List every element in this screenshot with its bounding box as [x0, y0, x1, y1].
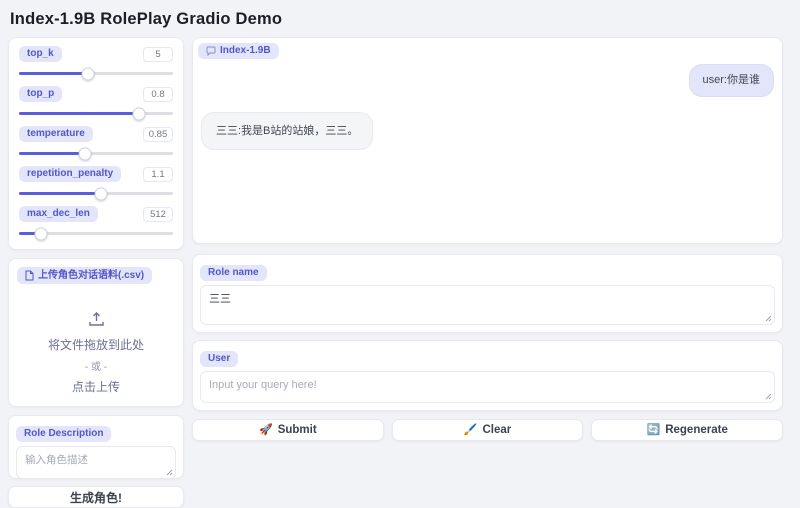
upload-dropzone[interactable]: 上传角色对话语料(.csv) 将文件拖放到此处 - 或 - 点击上传	[8, 258, 184, 407]
right-column: Index-1.9B user:你是谁 三三:我是B站的站娘，三三。 Role …	[192, 37, 783, 441]
role-description-label: Role Description	[16, 426, 111, 442]
slider-label: temperature	[19, 126, 93, 142]
action-buttons-row: 🚀 Submit 🖌️ Clear 🔄 Regenerate	[192, 419, 783, 441]
slider-label: top_p	[19, 86, 62, 102]
slider-thumb[interactable]	[94, 187, 107, 200]
upload-click-text[interactable]: 点击上传	[17, 378, 175, 395]
clear-button[interactable]: 🖌️ Clear	[392, 419, 584, 441]
slider-value-input[interactable]	[143, 87, 173, 102]
resize-handle-icon[interactable]	[765, 393, 772, 400]
main-layout: top_k top_p	[0, 36, 800, 508]
upload-drop-text: 将文件拖放到此处	[17, 336, 175, 353]
chat-message-row: user:你是谁	[201, 64, 774, 97]
resize-handle-icon[interactable]	[166, 469, 173, 476]
paintbrush-icon: 🖌️	[464, 425, 478, 436]
role-name-label: Role name	[200, 265, 267, 281]
user-message-bubble: user:你是谁	[689, 64, 774, 97]
chat-bubble-icon	[206, 46, 216, 56]
slider-label: top_k	[19, 46, 62, 62]
upload-icon	[88, 311, 105, 327]
slider-top-p: top_p	[19, 86, 173, 123]
slider-thumb[interactable]	[133, 107, 146, 120]
refresh-icon: 🔄	[647, 425, 661, 436]
generate-role-button[interactable]: 生成角色!	[8, 486, 184, 508]
slider-track[interactable]	[19, 224, 173, 243]
slider-fill	[19, 152, 85, 155]
upload-or-text: - 或 -	[17, 358, 175, 373]
chatbot-label-text: Index-1.9B	[220, 46, 271, 56]
page-title: Index-1.9B RolePlay Gradio Demo	[0, 0, 800, 36]
slider-fill	[19, 112, 139, 115]
slider-top-k: top_k	[19, 46, 173, 83]
slider-track[interactable]	[19, 144, 173, 163]
regenerate-button[interactable]: 🔄 Regenerate	[591, 419, 783, 441]
chat-message-row: 三三:我是B站的站娘，三三。	[201, 112, 774, 151]
slider-value-input[interactable]	[143, 207, 173, 222]
slider-fill	[19, 72, 88, 75]
user-query-block: User	[192, 340, 783, 411]
slider-thumb[interactable]	[82, 67, 95, 80]
slider-thumb[interactable]	[34, 227, 47, 240]
slider-label: max_dec_len	[19, 206, 98, 222]
role-name-field[interactable]: 三三	[200, 285, 775, 325]
resize-handle-icon[interactable]	[765, 315, 772, 322]
chatbot-label: Index-1.9B	[198, 43, 279, 59]
rocket-icon: 🚀	[259, 425, 273, 436]
file-icon	[25, 270, 34, 281]
left-column: top_k top_p	[8, 37, 184, 508]
user-query-field[interactable]	[200, 371, 775, 403]
role-description-block: Role Description	[8, 415, 184, 479]
slider-temperature: temperature	[19, 126, 173, 163]
bot-message-bubble: 三三:我是B站的站娘，三三。	[201, 112, 373, 151]
slider-track[interactable]	[19, 184, 173, 203]
slider-value-input[interactable]	[143, 127, 173, 142]
regenerate-button-label: Regenerate	[665, 424, 728, 436]
params-panel: top_k top_p	[8, 37, 184, 250]
role-name-block: Role name 三三	[192, 254, 783, 333]
upload-label: 上传角色对话语料(.csv)	[17, 267, 152, 284]
upload-instructions: 将文件拖放到此处 - 或 - 点击上传	[17, 310, 175, 395]
role-description-field[interactable]	[16, 446, 176, 479]
submit-button-label: Submit	[278, 424, 317, 436]
chatbot-panel: Index-1.9B user:你是谁 三三:我是B站的站娘，三三。	[192, 37, 783, 244]
slider-value-input[interactable]	[143, 47, 173, 62]
slider-thumb[interactable]	[79, 147, 92, 160]
slider-max-dec-len: max_dec_len	[19, 206, 173, 243]
slider-label: repetition_penalty	[19, 166, 121, 182]
clear-button-label: Clear	[482, 424, 511, 436]
upload-label-text: 上传角色对话语料(.csv)	[38, 271, 144, 281]
user-query-label: User	[200, 351, 238, 367]
submit-button[interactable]: 🚀 Submit	[192, 419, 384, 441]
slider-fill	[19, 192, 101, 195]
slider-value-input[interactable]	[143, 167, 173, 182]
slider-track[interactable]	[19, 104, 173, 123]
slider-repetition-penalty: repetition_penalty	[19, 166, 173, 203]
slider-track[interactable]	[19, 64, 173, 83]
